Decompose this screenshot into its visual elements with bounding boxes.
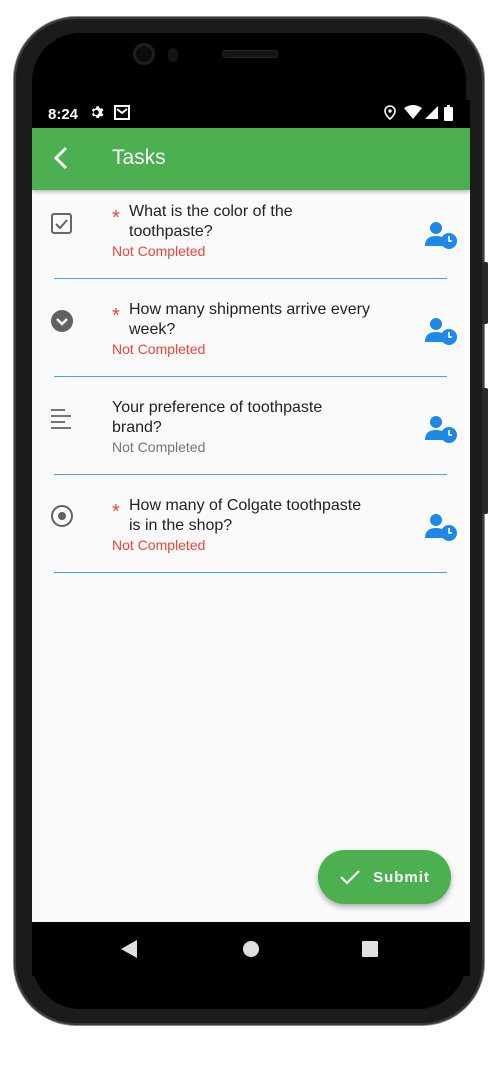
assign-button[interactable]: [424, 512, 458, 542]
required-mark: *: [112, 305, 120, 327]
screen: 8:24 Tasks * What is the color of the to…: [32, 100, 470, 922]
task-status: Not Completed: [112, 439, 206, 455]
task-question: What is the color of the: [129, 203, 293, 220]
divider: [54, 376, 447, 377]
power-button: [482, 262, 488, 324]
task-question: Your preference of toothpaste: [112, 399, 323, 416]
nav-home-button[interactable]: [221, 922, 281, 976]
divider: [54, 278, 447, 279]
task-question-line2: is in the shop?: [129, 517, 233, 534]
gmail-icon: [114, 105, 130, 123]
location-icon: [384, 105, 396, 123]
user-clock-icon: [425, 514, 457, 541]
nav-recents-button[interactable]: [340, 922, 400, 976]
front-sensor: [168, 48, 178, 62]
text-lines-icon: [50, 406, 74, 430]
task-status: Not Completed: [112, 243, 206, 259]
task-item[interactable]: Your preference of toothpaste brand? Not…: [32, 386, 470, 484]
task-question-line2: week?: [129, 321, 176, 338]
required-mark: *: [112, 501, 120, 523]
nav-back-button[interactable]: [99, 922, 159, 976]
user-clock-icon: [425, 416, 457, 443]
task-item[interactable]: * How many shipments arrive every week? …: [32, 288, 470, 386]
task-question-line2: toothpaste?: [129, 223, 213, 240]
radio-button-icon: [50, 504, 74, 528]
volume-button: [482, 388, 488, 514]
recents-square-icon: [362, 941, 378, 957]
battery-icon: [444, 105, 453, 124]
home-circle-icon: [243, 941, 259, 957]
front-camera: [133, 43, 155, 65]
task-question-line2: brand?: [112, 419, 162, 436]
submit-label: Submit: [373, 868, 430, 886]
back-triangle-icon: [121, 940, 137, 958]
arrow-back-icon: [53, 146, 68, 170]
task-question: How many shipments arrive every: [129, 301, 370, 318]
checkbox-icon: [50, 212, 74, 236]
task-status: Not Completed: [112, 341, 206, 357]
wifi-icon: [404, 105, 422, 123]
submit-button[interactable]: Submit: [318, 850, 451, 904]
divider: [54, 572, 447, 573]
task-item[interactable]: * What is the color of the toothpaste? N…: [32, 190, 470, 288]
status-bar: 8:24: [32, 100, 470, 128]
required-mark: *: [112, 207, 120, 229]
assign-button[interactable]: [424, 414, 458, 444]
task-question: How many of Colgate toothpaste: [129, 497, 362, 514]
assign-button[interactable]: [424, 316, 458, 346]
assign-button[interactable]: [424, 220, 458, 250]
navigation-bar: [32, 922, 470, 976]
back-button[interactable]: [46, 142, 76, 174]
dropdown-circle-icon: [50, 309, 74, 333]
divider: [54, 474, 447, 475]
task-status: Not Completed: [112, 537, 206, 553]
check-icon: [340, 870, 360, 885]
task-item[interactable]: * How many of Colgate toothpaste is in t…: [32, 484, 470, 582]
user-clock-icon: [425, 318, 457, 345]
app-bar: Tasks: [32, 128, 470, 190]
status-time: 8:24: [48, 106, 79, 123]
signal-icon: [424, 105, 438, 123]
page-title: Tasks: [112, 146, 166, 169]
settings-icon: [90, 105, 105, 123]
user-clock-icon: [425, 222, 457, 249]
earpiece-speaker: [222, 50, 278, 58]
